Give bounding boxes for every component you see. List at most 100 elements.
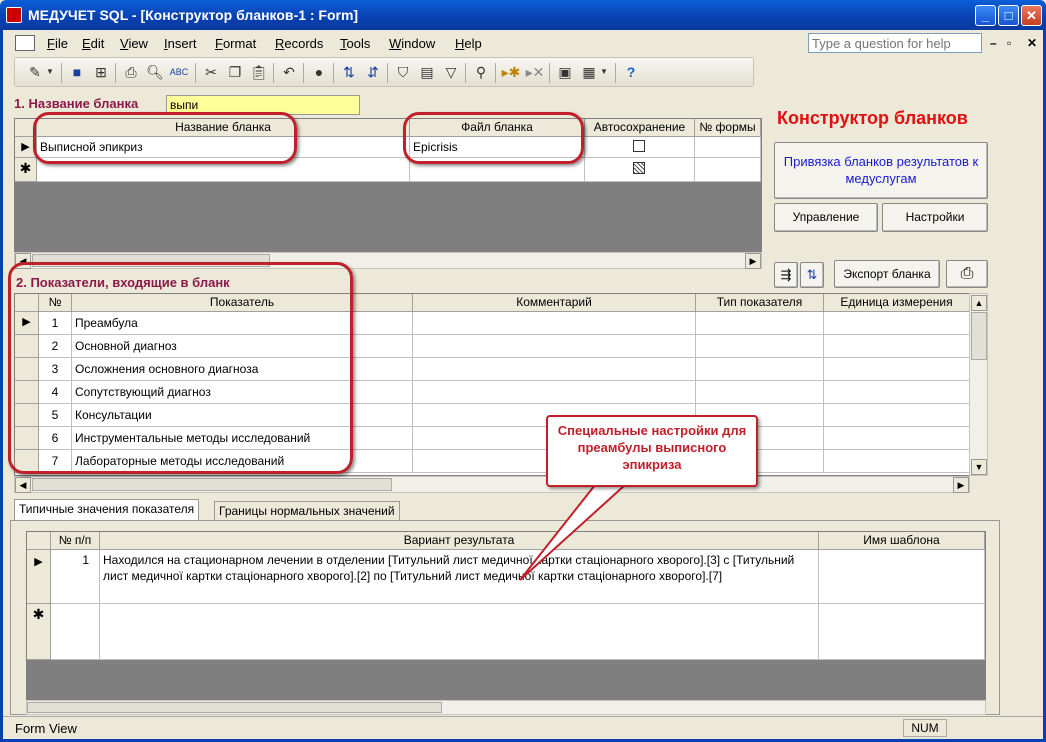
scroll-right-icon[interactable]: ▶	[953, 477, 969, 493]
scroll-up-icon[interactable]: ▲	[971, 295, 987, 311]
new-object-dropdown-icon[interactable]: ▼	[599, 62, 609, 82]
menu-window[interactable]: Window	[389, 36, 435, 51]
copy-icon[interactable]: ❐	[225, 62, 245, 82]
scroll-right-icon[interactable]: ▶	[745, 253, 761, 269]
column-header-result-variant[interactable]: Вариант результата	[100, 532, 819, 550]
menu-insert[interactable]: Insert	[164, 36, 197, 51]
mdi-close-icon[interactable]: ✕	[1027, 36, 1037, 50]
indicator-unit-cell[interactable]	[824, 358, 970, 381]
new-autosave-checkbox[interactable]	[633, 162, 645, 174]
view-dropdown-icon[interactable]: ▼	[45, 62, 55, 82]
sort-indicators-icon[interactable]: ⇅	[800, 262, 824, 288]
scroll-thumb[interactable]	[27, 702, 442, 713]
column-header-form-number[interactable]: № формы	[695, 119, 761, 137]
result-variant-cell[interactable]: Находился на стационарном лечении в отде…	[100, 550, 819, 604]
indicator-unit-cell[interactable]	[824, 450, 970, 473]
settings-button[interactable]: Настройки	[882, 203, 988, 232]
indicator-comment-cell[interactable]	[413, 335, 696, 358]
results-horizontal-scrollbar[interactable]	[26, 700, 986, 715]
manage-button[interactable]: Управление	[774, 203, 878, 232]
indicator-comment-cell[interactable]	[413, 312, 696, 335]
app-icon	[6, 7, 22, 23]
save-icon[interactable]: ■	[67, 62, 87, 82]
filter-by-form-alt-icon[interactable]: ▤	[417, 62, 437, 82]
scroll-down-icon[interactable]: ▼	[971, 459, 987, 475]
print-blank-icon[interactable]: ⎙	[946, 260, 988, 288]
section1-label: 1. Название бланка	[14, 96, 139, 111]
indicators-vertical-scrollbar[interactable]: ▲ ▼	[969, 293, 988, 476]
indicator-unit-cell[interactable]	[824, 335, 970, 358]
help-search-input[interactable]	[808, 33, 982, 53]
form-number-cell[interactable]	[695, 137, 761, 158]
mdi-restore-icon[interactable]: ▫	[1007, 36, 1011, 50]
column-header-comment[interactable]: Комментарий	[413, 294, 696, 312]
undo-icon[interactable]: ↶	[279, 62, 299, 82]
autosave-checkbox[interactable]	[633, 140, 645, 152]
result-number-cell[interactable]: 1	[51, 550, 100, 604]
status-num-lock: NUM	[903, 719, 947, 737]
indicator-type-cell[interactable]	[696, 381, 824, 404]
indicator-type-cell[interactable]	[696, 335, 824, 358]
new-form-number-cell[interactable]	[695, 158, 761, 182]
indicator-comment-cell[interactable]	[413, 358, 696, 381]
delete-record-icon[interactable]: ▸✕	[525, 62, 545, 82]
export-blank-button[interactable]: Экспорт бланка	[834, 260, 940, 288]
apply-filter-icon[interactable]: ▽	[441, 62, 461, 82]
indicators-horizontal-scrollbar[interactable]: ◀ ▶	[14, 476, 970, 493]
close-icon[interactable]: ✕	[1021, 5, 1042, 26]
filter-by-form-icon[interactable]: ⊞	[91, 62, 111, 82]
menu-view[interactable]: View	[120, 36, 148, 51]
cut-icon[interactable]: ✂	[201, 62, 221, 82]
menu-format[interactable]: Format	[215, 36, 256, 51]
indicator-comment-cell[interactable]	[413, 381, 696, 404]
column-header-unit[interactable]: Единица измерения	[824, 294, 970, 312]
indicator-unit-cell[interactable]	[824, 312, 970, 335]
design-view-icon[interactable]: ✎	[25, 62, 45, 82]
indicator-unit-cell[interactable]	[824, 381, 970, 404]
database-window-icon[interactable]: ▣	[555, 62, 575, 82]
print-preview-icon[interactable]: 🔍︎	[145, 62, 165, 82]
new-record-row-icon[interactable]: ✱	[27, 604, 51, 660]
link-blanks-button[interactable]: Привязка бланков результатов к медуслуга…	[774, 142, 988, 199]
scroll-thumb[interactable]	[971, 312, 987, 360]
maximize-icon[interactable]: □	[998, 5, 1019, 26]
menu-edit[interactable]: Edit	[82, 36, 104, 51]
column-header-indicator-type[interactable]: Тип показателя	[696, 294, 824, 312]
new-result-variant-cell[interactable]	[100, 604, 819, 660]
mdi-minimize-icon[interactable]: –	[990, 36, 997, 50]
insert-object-icon[interactable]: ●	[309, 62, 329, 82]
menu-file[interactable]: File	[47, 36, 68, 51]
new-record-icon[interactable]: ▸✱	[501, 62, 521, 82]
scroll-left-icon[interactable]: ◀	[15, 477, 31, 493]
menu-help[interactable]: Help	[455, 36, 482, 51]
filter-by-selection-icon[interactable]: ⛉	[393, 62, 413, 82]
menu-tools[interactable]: Tools	[340, 36, 370, 51]
indicator-type-cell[interactable]	[696, 312, 824, 335]
spelling-icon[interactable]: ABC	[169, 62, 189, 82]
new-result-number-cell[interactable]	[51, 604, 100, 660]
find-icon[interactable]: ⚲	[471, 62, 491, 82]
column-header-autosave[interactable]: Автосохранение	[585, 119, 695, 137]
new-object-icon[interactable]: ▦	[579, 62, 599, 82]
template-name-cell[interactable]	[819, 550, 985, 604]
sort-ascending-icon[interactable]: ⇅	[339, 62, 359, 82]
paste-icon[interactable]: 📋︎	[249, 62, 269, 82]
column-header-row-number[interactable]: № п/п	[51, 532, 100, 550]
menu-records[interactable]: Records	[275, 36, 323, 51]
current-record-icon[interactable]: ▶	[27, 550, 51, 604]
form-icon[interactable]	[15, 35, 35, 51]
indicator-unit-cell[interactable]	[824, 404, 970, 427]
tab-typical-values[interactable]: Типичные значения показателя	[14, 499, 200, 521]
print-icon[interactable]: ⎙	[121, 62, 141, 82]
help-icon[interactable]: ?	[621, 62, 641, 82]
indicator-type-cell[interactable]	[696, 358, 824, 381]
tab-normal-bounds[interactable]: Границы нормальных значений	[214, 501, 400, 521]
scroll-thumb[interactable]	[32, 478, 392, 491]
insert-indicator-icon[interactable]: ⇶	[774, 262, 798, 288]
new-record-row-icon[interactable]: ✱	[15, 158, 37, 182]
column-header-template-name[interactable]: Имя шаблона	[819, 532, 985, 550]
indicator-unit-cell[interactable]	[824, 427, 970, 450]
minimize-icon[interactable]: _	[975, 5, 996, 26]
sort-descending-icon[interactable]: ⇵	[363, 62, 383, 82]
new-template-name-cell[interactable]	[819, 604, 985, 660]
